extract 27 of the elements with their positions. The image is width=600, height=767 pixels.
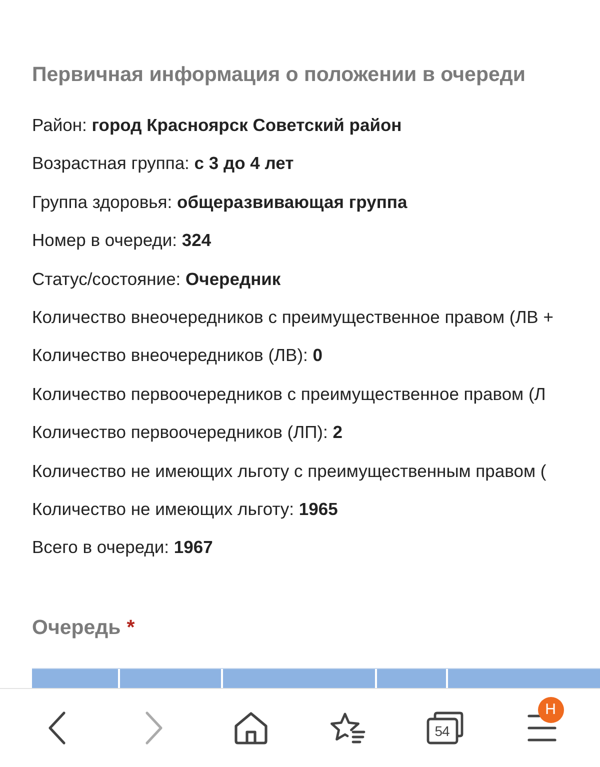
info-line: Группа здоровья: общеразвивающая группа xyxy=(32,190,408,214)
tabs-button[interactable]: 54 xyxy=(426,711,464,745)
star-list-icon xyxy=(330,711,366,745)
info-line: Номер в очереди: 324 xyxy=(32,229,212,252)
home-icon xyxy=(232,711,268,745)
info-line: Количество не имеющих льготу: 1965 xyxy=(32,498,338,521)
info-line: Количество внеочередников с преимущественное правом (ЛВ + xyxy=(32,306,554,329)
section-title: Первичная информация о положении в очереди xyxy=(32,63,526,87)
section-title: Очередь xyxy=(32,616,121,640)
required-mark: * xyxy=(126,616,135,640)
info-line: Количество первоочередников с преимущественное правом (Л xyxy=(32,382,546,406)
info-line: Район: город Красноярск Советский район xyxy=(32,114,402,137)
info-line: Количество внеочередников (ЛВ): 0 xyxy=(32,344,322,368)
stacked-squares-icon xyxy=(426,711,464,745)
chevron-left-icon xyxy=(46,711,66,745)
home-button[interactable] xyxy=(232,711,268,745)
menu-icon xyxy=(526,714,556,742)
info-line: Количество первоочередников (ЛП): 2 xyxy=(32,421,342,444)
notification-badge: Н xyxy=(538,697,564,723)
info-line: Всего в очереди: 1967 xyxy=(32,536,213,560)
info-line: Количество не имеющих льготу с преимущественным правом ( xyxy=(32,460,546,483)
menu-button[interactable] xyxy=(526,714,556,742)
info-line: Статус/состояние: Очередник xyxy=(32,268,281,291)
chevron-right-icon xyxy=(144,711,164,745)
back-button[interactable] xyxy=(46,711,66,745)
info-line: Возрастная группа: с 3 до 4 лет xyxy=(32,152,294,176)
bookmarks-button[interactable] xyxy=(330,711,366,745)
